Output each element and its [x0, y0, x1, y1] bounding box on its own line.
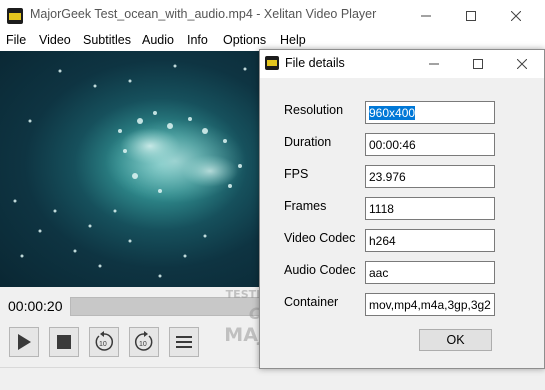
- window-title: MajorGeek Test_ocean_with_audio.mp4 - Xe…: [30, 7, 377, 21]
- forward-10-icon: 10: [135, 331, 153, 351]
- menu-icon: [176, 336, 192, 348]
- menu-options[interactable]: Options: [223, 33, 266, 47]
- dialog-title: File details: [285, 56, 345, 70]
- svg-text:10: 10: [99, 341, 107, 348]
- menu-help[interactable]: Help: [280, 33, 306, 47]
- label-fps: FPS: [284, 167, 309, 181]
- minimize-icon: [429, 63, 439, 65]
- close-icon: [517, 59, 527, 69]
- menu-audio[interactable]: Audio: [142, 33, 174, 47]
- forward-10-button[interactable]: 10: [129, 327, 159, 357]
- ok-button[interactable]: OK: [419, 329, 492, 351]
- duration-field[interactable]: 00:00:46: [365, 133, 495, 156]
- frames-field[interactable]: 1118: [365, 197, 495, 220]
- playlist-menu-button[interactable]: [169, 327, 199, 357]
- dialog-maximize-button[interactable]: [456, 50, 500, 78]
- rewind-10-icon: 10: [95, 331, 113, 351]
- label-resolution: Resolution: [284, 103, 344, 117]
- stop-button[interactable]: [49, 327, 79, 357]
- menu-file[interactable]: File: [6, 33, 26, 47]
- play-icon: [18, 334, 31, 350]
- maximize-button[interactable]: [448, 0, 494, 31]
- minimize-button[interactable]: [403, 0, 449, 31]
- audio-codec-field[interactable]: aac: [365, 261, 495, 284]
- menu-bar: File Video Subtitles Audio Info Options …: [0, 31, 545, 51]
- close-icon: [511, 10, 521, 21]
- label-container: Container: [284, 295, 339, 309]
- rewind-10-button[interactable]: 10: [89, 327, 119, 357]
- menu-subtitles[interactable]: Subtitles: [83, 33, 131, 47]
- dialog-app-icon: [265, 56, 279, 70]
- status-bar: [0, 367, 545, 390]
- menu-video[interactable]: Video: [39, 33, 71, 47]
- resolution-value: 960x400: [369, 106, 416, 120]
- dialog-minimize-button[interactable]: [412, 50, 456, 78]
- stop-icon: [57, 335, 71, 349]
- maximize-icon: [466, 10, 476, 21]
- video-display[interactable]: [0, 51, 260, 287]
- fps-field[interactable]: 23.976: [365, 165, 495, 188]
- resolution-field[interactable]: 960x400: [365, 101, 495, 124]
- current-time: 00:00:20: [8, 298, 63, 314]
- label-frames: Frames: [284, 199, 327, 213]
- minimize-icon: [421, 15, 431, 16]
- label-video-codec: Video Codec: [284, 231, 356, 245]
- video-frame-ocean: [13, 64, 247, 278]
- label-audio-codec: Audio Codec: [284, 263, 356, 277]
- maximize-icon: [473, 59, 483, 69]
- app-icon: [7, 8, 23, 24]
- dialog-title-bar: File details: [260, 50, 544, 78]
- svg-text:10: 10: [139, 341, 147, 348]
- close-button[interactable]: [493, 0, 539, 31]
- container-field[interactable]: mov,mp4,m4a,3gp,3g2: [365, 293, 495, 316]
- menu-info[interactable]: Info: [187, 33, 208, 47]
- play-button[interactable]: [9, 327, 39, 357]
- video-codec-field[interactable]: h264: [365, 229, 495, 252]
- title-bar: MajorGeek Test_ocean_with_audio.mp4 - Xe…: [0, 0, 545, 31]
- file-details-dialog: File details Resolution 960x400 Duration…: [259, 49, 545, 369]
- label-duration: Duration: [284, 135, 332, 149]
- dialog-close-button[interactable]: [500, 50, 544, 78]
